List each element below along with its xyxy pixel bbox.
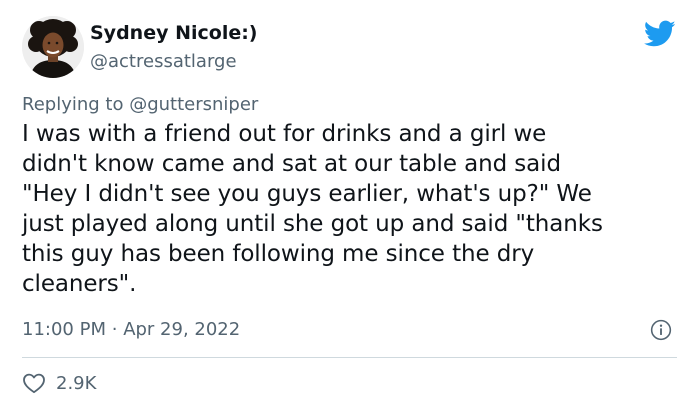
replying-to-label: Replying to [22,94,130,115]
tweet-text: I was with a friend out for drinks and a… [22,119,682,299]
tweet-card: Sydney Nicole:) @actressatlarge Replying… [0,0,700,410]
like-button[interactable]: 2.9K [22,370,96,396]
tweet-text-line: just played along until she got up and s… [22,211,603,237]
tweet-timestamp[interactable]: 11:00 PM · Apr 29, 2022 [22,319,240,340]
replying-to-handle[interactable]: @guttersniper [129,94,258,115]
author-handle[interactable]: @actressatlarge [90,51,237,72]
divider [22,357,677,358]
twitter-bird-icon[interactable] [644,20,676,48]
info-icon[interactable] [650,319,672,341]
heart-icon [23,373,45,394]
tweet-text-line: "Hey I didn't see you guys earlier, what… [22,181,592,207]
replying-to: Replying to @guttersniper [22,94,258,115]
tweet-time: 11:00 PM [22,319,106,340]
tweet-text-line: didn't know came and sat at our table an… [22,151,561,177]
tweet-date: Apr 29, 2022 [123,319,241,340]
author-display-name[interactable]: Sydney Nicole:) [90,22,258,44]
tweet-text-line: I was with a friend out for drinks and a… [22,121,547,147]
tweet-text-line: cleaners". [22,271,137,297]
avatar-portrait-icon [22,16,84,78]
avatar[interactable] [22,16,84,78]
timestamp-separator: · [111,319,118,340]
like-count: 2.9K [56,372,97,394]
tweet-text-line: this guy has been following me since the… [22,241,535,267]
